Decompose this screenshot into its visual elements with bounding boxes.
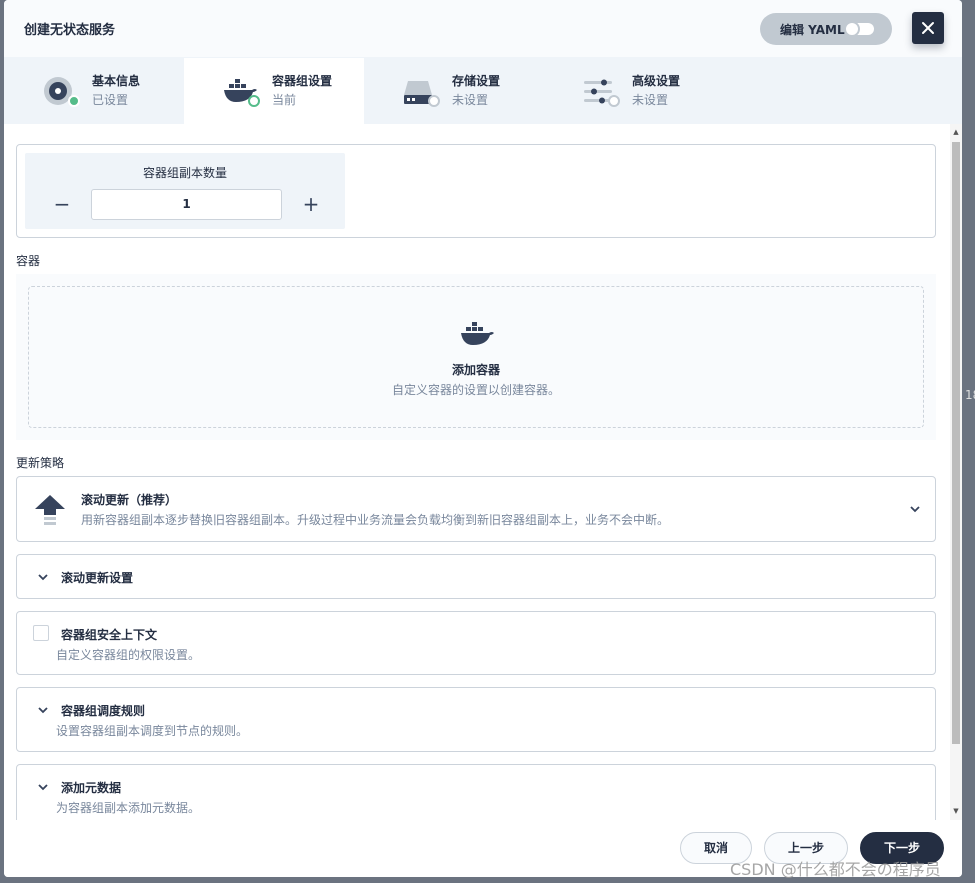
rolling-update-settings[interactable]: 滚动更新设置 bbox=[16, 554, 936, 599]
increment-button[interactable]: + bbox=[299, 193, 323, 217]
tab-status: 未设置 bbox=[632, 93, 669, 107]
security-context-checkbox[interactable] bbox=[33, 625, 49, 641]
status-current-icon bbox=[248, 95, 260, 107]
tab-status: 未设置 bbox=[452, 93, 489, 107]
replica-section: 容器组副本数量 − 1 + bbox=[16, 144, 936, 238]
update-strategy-label: 更新策略 bbox=[16, 456, 65, 470]
sliders-icon bbox=[582, 73, 620, 109]
background-text: 18 bbox=[965, 388, 975, 402]
add-container-desc: 自定义容器的设置以创建容器。 bbox=[391, 383, 560, 397]
replica-label: 容器组副本数量 bbox=[142, 166, 227, 180]
strategy-title: 滚动更新（推荐） bbox=[81, 493, 178, 507]
rolling-settings-title: 滚动更新设置 bbox=[61, 571, 134, 585]
replica-card: 容器组副本数量 − 1 + bbox=[25, 153, 345, 229]
containers-section: 添加容器 自定义容器的设置以创建容器。 bbox=[16, 274, 936, 440]
scroll-up-arrow-icon[interactable]: ▲ bbox=[952, 128, 960, 136]
tab-basic-info[interactable]: 基本信息 已设置 bbox=[4, 58, 184, 124]
form-body: 容器组副本数量 − 1 + 容器 添加容器 自定义容器的设置以创建容器。 更新策… bbox=[4, 124, 950, 820]
chevron-down-icon bbox=[910, 506, 920, 513]
close-button[interactable] bbox=[912, 12, 944, 44]
metadata-title: 添加元数据 bbox=[61, 781, 122, 795]
storage-icon bbox=[402, 73, 440, 109]
create-service-modal: 创建无状态服务 编辑 YAML 基本信息 已设置 容器组设置 当前 存储设置 未… bbox=[4, 0, 962, 877]
tab-status: 当前 bbox=[272, 93, 297, 107]
update-strategy-select[interactable]: 滚动更新（推荐） 用新容器组副本逐步替换旧容器组副本。升级过程中业务流量会负载均… bbox=[16, 476, 936, 542]
add-metadata[interactable]: 添加元数据 为容器组副本添加元数据。 bbox=[16, 764, 936, 820]
chevron-down-icon bbox=[38, 784, 48, 791]
add-container-area[interactable]: 添加容器 自定义容器的设置以创建容器。 bbox=[28, 286, 924, 428]
status-pending-icon bbox=[608, 95, 620, 107]
scrollbar[interactable]: ▲ ▼ bbox=[950, 124, 962, 820]
security-context-desc: 自定义容器组的权限设置。 bbox=[56, 648, 201, 662]
pod-security-context[interactable]: 容器组安全上下文 自定义容器组的权限设置。 bbox=[16, 611, 936, 675]
scroll-down-arrow-icon[interactable]: ▼ bbox=[952, 807, 960, 815]
tab-label: 高级设置 bbox=[632, 74, 681, 88]
containers-section-label: 容器 bbox=[16, 254, 41, 268]
watermark: CSDN @什么都不会の程序员 bbox=[730, 860, 941, 879]
tab-label: 容器组设置 bbox=[272, 74, 333, 88]
modal-header: 创建无状态服务 编辑 YAML bbox=[4, 0, 962, 58]
edit-yaml-toggle[interactable]: 编辑 YAML bbox=[760, 13, 892, 45]
close-icon bbox=[922, 22, 934, 34]
step-tabs: 基本信息 已设置 容器组设置 当前 存储设置 未设置 高级设置 未设置 bbox=[4, 58, 962, 124]
scheduling-title: 容器组调度规则 bbox=[61, 704, 146, 718]
edit-yaml-label: 编辑 YAML bbox=[780, 22, 845, 37]
tab-status: 已设置 bbox=[92, 93, 129, 107]
tab-storage-settings[interactable]: 存储设置 未设置 bbox=[364, 58, 544, 124]
scheduling-desc: 设置容器组副本调度到节点的规则。 bbox=[56, 724, 249, 738]
chevron-down-icon bbox=[38, 574, 48, 581]
modal-title: 创建无状态服务 bbox=[24, 23, 116, 38]
docker-icon bbox=[222, 73, 260, 109]
tab-pod-settings[interactable]: 容器组设置 当前 bbox=[184, 58, 364, 124]
strategy-desc: 用新容器组副本逐步替换旧容器组副本。升级过程中业务流量会负载均衡到新旧容器组副本… bbox=[81, 513, 670, 527]
tab-advanced-settings[interactable]: 高级设置 未设置 bbox=[544, 58, 724, 124]
pod-scheduling-rules[interactable]: 容器组调度规则 设置容器组副本调度到节点的规则。 bbox=[16, 687, 936, 752]
upload-arrow-icon bbox=[35, 495, 65, 525]
basic-info-icon bbox=[42, 73, 80, 109]
metadata-desc: 为容器组副本添加元数据。 bbox=[56, 801, 201, 815]
docker-icon bbox=[461, 322, 494, 345]
replica-count-input[interactable]: 1 bbox=[91, 189, 282, 220]
tab-label: 基本信息 bbox=[92, 74, 141, 88]
add-container-title: 添加容器 bbox=[451, 363, 500, 377]
toggle-switch-icon bbox=[844, 21, 874, 37]
status-pending-icon bbox=[428, 95, 440, 107]
decrement-button[interactable]: − bbox=[50, 193, 74, 217]
scrollbar-thumb[interactable] bbox=[952, 142, 960, 744]
chevron-down-icon bbox=[38, 707, 48, 714]
tab-label: 存储设置 bbox=[452, 74, 501, 88]
security-context-title: 容器组安全上下文 bbox=[61, 628, 158, 642]
status-done-icon bbox=[68, 95, 80, 107]
